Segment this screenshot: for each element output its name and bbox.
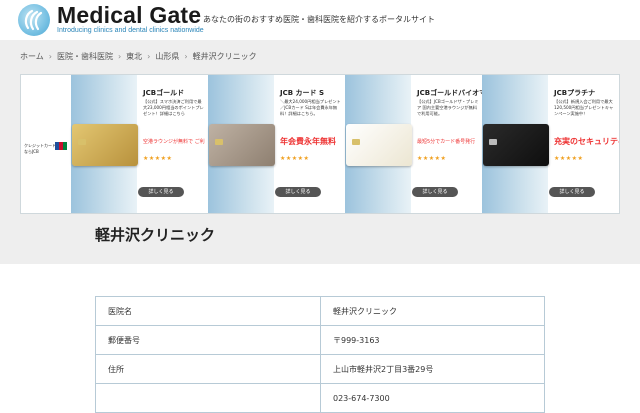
ad-highlight: 空港ラウンジが無料で ご利 (143, 139, 205, 145)
ad-item[interactable]: JCB カード S ＼最大24,000円相当プレゼント／JCBカード Sは年会費… (208, 75, 345, 213)
row-label: 郵便番号 (95, 325, 321, 355)
rating-stars-icon: ★★★★★ (280, 155, 310, 162)
row-label (95, 383, 321, 413)
site-name[interactable]: Medical Gate (57, 2, 201, 29)
ad-description: 【公式】JCBゴールドザ・プレミア 国内主要空港ラウンジが無料で利用可能。 (417, 99, 479, 116)
rating-stars-icon: ★★★★★ (554, 155, 584, 162)
row-label: 医院名 (95, 296, 321, 326)
breadcrumb-current: 軽井沢クリニック (192, 51, 257, 61)
ad-item[interactable]: JCBゴールド 【公式】スマホ決済ご利用で最大23,000円相当のポイントプレゼ… (71, 75, 208, 213)
ad-brand-line: ならJCB (24, 149, 39, 154)
row-value[interactable]: 023-674-7300 (320, 383, 545, 413)
clinic-info-table: 医院名 軽井沢クリニック 郵便番号 〒999-3163 住所 上山市軽井沢2丁目… (95, 296, 545, 413)
logo-icon[interactable] (18, 4, 50, 36)
ad-title: JCBゴールド (143, 89, 185, 97)
ad-highlight: 年会費永年無料 (280, 137, 336, 146)
row-label: 住所 (95, 354, 321, 384)
details-button[interactable]: 詳しく見る (138, 187, 184, 197)
row-value: 上山市軽井沢2丁目3番29号 (320, 354, 545, 384)
ad-highlight: 最短5分でカード番号発行 (417, 139, 476, 145)
table-row: 郵便番号 〒999-3163 (95, 325, 545, 355)
chevron-right-icon: › (147, 51, 151, 61)
credit-card-image (72, 124, 138, 166)
row-value: 軽井沢クリニック (320, 296, 545, 326)
breadcrumb-prefecture[interactable]: 山形県 (155, 51, 179, 62)
ad-brand-text: クレジットカード ならJCB (24, 143, 56, 155)
credit-card-image (346, 124, 412, 166)
table-row: 023-674-7300 (95, 383, 545, 413)
site-tagline: あなたの街のおすすめ医院・歯科医院を紹介するポータルサイト (203, 15, 435, 24)
credit-card-image (483, 124, 549, 166)
details-button[interactable]: 詳しく見る (275, 187, 321, 197)
breadcrumb-category[interactable]: 医院・歯科医院 (57, 51, 113, 62)
site-subtitle: Introducing clinics and dental clinics n… (57, 27, 204, 34)
ad-title: JCBプラチナ (554, 89, 596, 97)
ad-brand-panel[interactable]: クレジットカード ならJCB (21, 75, 71, 213)
ad-description: ＼最大24,000円相当プレゼント／JCBカード Sは年会費永年無料！詳細はこち… (280, 99, 341, 116)
breadcrumb-region[interactable]: 東北 (126, 51, 142, 62)
ad-item[interactable]: JCBゴールドバイオマス 【公式】JCBゴールドザ・プレミア 国内主要空港ラウン… (345, 75, 493, 213)
ad-title: JCB カード S (280, 89, 324, 97)
rating-stars-icon: ★★★★★ (417, 155, 447, 162)
chevron-right-icon: › (48, 51, 52, 61)
page-title: 軽井沢クリニック (95, 226, 216, 244)
ad-highlight: 充実のセキュリティ (554, 137, 620, 146)
site-header: Medical Gate Introducing clinics and den… (0, 0, 640, 40)
rating-stars-icon: ★★★★★ (143, 155, 173, 162)
details-button[interactable]: 詳しく見る (549, 187, 595, 197)
breadcrumb-home[interactable]: ホーム (20, 51, 44, 62)
breadcrumb: ホーム › 医院・歯科医院 › 東北 › 山形県 › 軽井沢クリニック (20, 50, 257, 62)
ad-description: 【公式】新規入会ご利用で最大120,500円相当プレゼントキャンペーン実施中！ (554, 99, 614, 116)
ad-banner[interactable]: クレジットカード ならJCB JCBゴールド 【公式】スマホ決済ご利用で最大23… (20, 74, 620, 214)
ad-description: 【公式】スマホ決済ご利用で最大23,000円相当のポイントプレゼント！詳細はこち… (143, 99, 204, 116)
details-button[interactable]: 詳しく見る (412, 187, 458, 197)
ad-item[interactable]: JCBプラチナ 【公式】新規入会ご利用で最大120,500円相当プレゼントキャン… (482, 75, 619, 213)
table-row: 医院名 軽井沢クリニック (95, 296, 545, 326)
chevron-right-icon: › (117, 51, 122, 61)
chevron-right-icon: › (184, 51, 188, 61)
credit-card-image (209, 124, 275, 166)
jcb-logo-icon (55, 142, 67, 150)
row-value: 〒999-3163 (320, 325, 545, 355)
table-row: 住所 上山市軽井沢2丁目3番29号 (95, 354, 545, 384)
